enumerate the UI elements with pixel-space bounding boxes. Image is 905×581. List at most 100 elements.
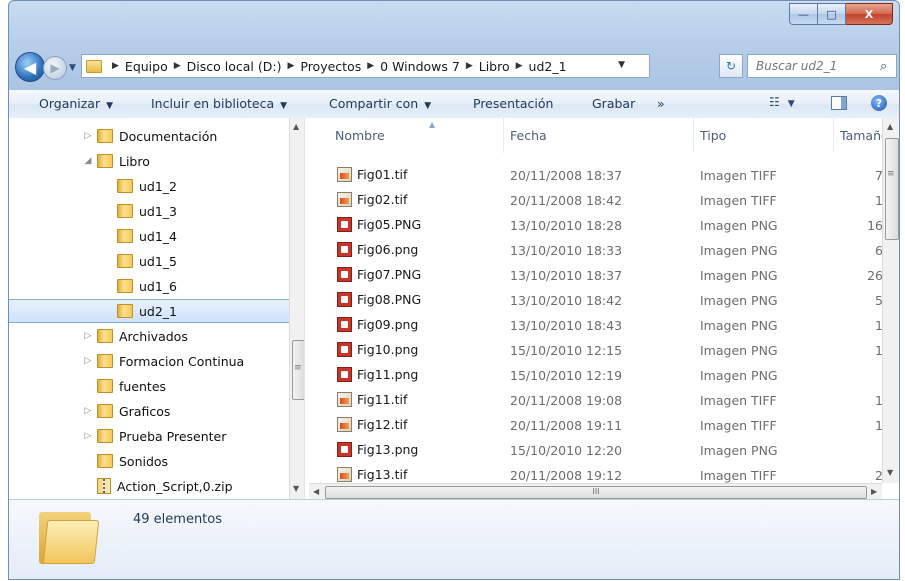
minimize-button[interactable]: — [789, 3, 818, 25]
column-header-type[interactable]: Tipo [694, 118, 834, 153]
more-commands-button[interactable]: » [657, 96, 665, 111]
file-row[interactable]: Fig11.png 15/10/2010 12:19 Imagen PNG [309, 362, 889, 387]
file-name: Fig10.png [337, 342, 418, 357]
tree-item[interactable]: ▷ Archivados [9, 324, 289, 348]
file-row[interactable]: Fig09.png 13/10/2010 18:43 Imagen PNG 1 [309, 312, 889, 337]
address-bar[interactable]: ▶ Equipo ▶ Disco local (D:) ▶ Proyectos ▶ 0 Win… [81, 54, 650, 78]
expand-arrow-icon[interactable]: ▷ [83, 431, 93, 441]
file-row[interactable]: Fig11.tif 20/11/2008 19:08 Imagen TIFF 1 [309, 387, 889, 412]
breadcrumb-chevron-icon[interactable]: ▶ [516, 61, 523, 71]
expand-arrow-icon[interactable]: ▷ [83, 331, 93, 341]
tree-item[interactable]: ud1_6 [9, 274, 289, 298]
file-row[interactable]: Fig01.tif 20/11/2008 18:37 Imagen TIFF 7 [309, 162, 889, 187]
file-list-scroll-thumb[interactable]: ≡ [885, 138, 899, 240]
tree-item[interactable]: ud2_1 [9, 299, 291, 323]
refresh-button[interactable]: ↻ [719, 54, 743, 78]
tree-item[interactable]: ud1_5 [9, 249, 289, 273]
maximize-button[interactable]: □ [818, 3, 846, 25]
tree-item[interactable]: ▷ Documentación [9, 124, 289, 148]
expand-arrow-icon[interactable]: ▷ [83, 131, 93, 141]
chevron-down-icon: ▼ [787, 99, 795, 109]
file-size: 26 [867, 268, 883, 283]
search-icon[interactable]: ⌕ [880, 59, 887, 74]
file-row[interactable]: Fig07.PNG 13/10/2010 18:37 Imagen PNG 26 [309, 262, 889, 287]
back-button[interactable]: ◀ [15, 52, 45, 82]
tiff-image-icon [337, 467, 352, 482]
folder-icon [117, 279, 133, 293]
tree-item[interactable]: ▷ Graficos [9, 399, 289, 423]
share-with-menu[interactable]: Compartir con ▼ [329, 96, 431, 111]
tiff-image-icon [337, 192, 352, 207]
breadcrumb-item[interactable]: ▶ ud2_1 [510, 59, 567, 74]
file-row[interactable]: Fig05.PNG 13/10/2010 18:28 Imagen PNG 16 [309, 212, 889, 237]
column-header-name[interactable]: Nombre ▲ [329, 118, 504, 153]
breadcrumb-item[interactable]: ▶ Disco local (D:) [168, 59, 282, 74]
file-row[interactable]: Fig13.png 15/10/2010 12:20 Imagen PNG [309, 437, 889, 462]
tree-item[interactable]: fuentes [9, 374, 289, 398]
scroll-up-icon[interactable]: ▲ [887, 122, 893, 131]
file-list-vertical-scrollbar[interactable]: ▲ ≡ ▼ [882, 118, 899, 483]
navigation-scroll-thumb[interactable]: ≡ [292, 340, 304, 400]
help-button[interactable]: ? [871, 95, 887, 111]
expand-arrow-icon[interactable]: ▷ [83, 356, 93, 366]
scroll-down-icon[interactable]: ▼ [293, 484, 299, 493]
expand-arrow-icon[interactable]: ◢ [83, 156, 93, 166]
scroll-right-icon[interactable]: ▶ [871, 487, 877, 496]
breadcrumb-item[interactable]: ▶ 0 Windows 7 [361, 59, 460, 74]
address-dropdown[interactable]: ▼ [618, 60, 625, 70]
preview-pane-button[interactable] [831, 96, 847, 110]
file-type: Imagen TIFF [700, 168, 777, 183]
folder-icon [97, 129, 113, 143]
breadcrumb-chevron-icon[interactable]: ▶ [112, 61, 119, 71]
chevron-down-icon: ▼ [424, 101, 432, 111]
column-header-date[interactable]: Fecha [504, 118, 694, 153]
breadcrumb-item[interactable]: ▶ Libro [460, 59, 510, 74]
folder-icon [97, 379, 113, 393]
tree-item[interactable]: ud1_2 [9, 174, 289, 198]
tree-item[interactable]: ▷ Formacion Continua [9, 349, 289, 373]
burn-button[interactable]: Grabar [592, 96, 635, 111]
tree-item[interactable]: ud1_3 [9, 199, 289, 223]
column-name-label: Nombre [335, 128, 385, 143]
organize-menu[interactable]: Organizar ▼ [39, 96, 113, 111]
tree-item[interactable]: ud1_4 [9, 224, 289, 248]
breadcrumb-chevron-icon[interactable]: ▶ [174, 61, 181, 71]
item-count: 49 elementos [133, 512, 223, 527]
file-type: Imagen PNG [700, 293, 778, 308]
file-date: 13/10/2010 18:37 [510, 268, 623, 283]
close-button[interactable]: X [846, 3, 893, 25]
scroll-left-icon[interactable]: ◀ [313, 487, 319, 496]
folder-icon [117, 179, 133, 193]
search-input[interactable] [754, 58, 876, 74]
file-row[interactable]: Fig10.png 15/10/2010 12:15 Imagen PNG 1 [309, 337, 889, 362]
file-date: 15/10/2010 12:20 [510, 443, 623, 458]
breadcrumb-label: Disco local (D:) [186, 58, 282, 74]
tree-item[interactable]: ▷ Prueba Presenter [9, 424, 289, 448]
file-row[interactable]: Fig06.png 13/10/2010 18:33 Imagen PNG 6 [309, 237, 889, 262]
breadcrumb: ▶ Equipo ▶ Disco local (D:) ▶ Proyectos ▶ 0 Win… [106, 59, 567, 74]
breadcrumb-chevron-icon[interactable]: ▶ [287, 61, 294, 71]
forward-button[interactable]: ▶ [43, 56, 67, 80]
include-in-library-menu[interactable]: Incluir en biblioteca ▼ [151, 96, 287, 111]
tree-item[interactable]: Action_Script,0.zip [9, 474, 289, 498]
navigation-scrollbar[interactable]: ▲ ≡ ▼ [289, 118, 304, 499]
breadcrumb-item[interactable]: ▶ Proyectos [281, 59, 361, 74]
breadcrumb-chevron-icon[interactable]: ▶ [466, 61, 473, 71]
scroll-down-icon[interactable]: ▼ [887, 468, 893, 477]
tree-item[interactable]: Sonidos [9, 449, 289, 473]
file-row[interactable]: Fig08.PNG 13/10/2010 18:42 Imagen PNG 5 [309, 287, 889, 312]
tree-item[interactable]: ◢ Libro [9, 149, 289, 173]
folder-icon [97, 354, 113, 368]
horizontal-scroll-thumb[interactable]: III [325, 486, 867, 499]
expand-arrow-icon[interactable]: ▷ [83, 406, 93, 416]
breadcrumb-chevron-icon[interactable]: ▶ [367, 61, 374, 71]
presentation-button[interactable]: Presentación [473, 96, 553, 111]
tree-item-label: ud2_1 [139, 303, 178, 319]
recent-pages-dropdown[interactable]: ▼ [69, 63, 76, 73]
file-row[interactable]: Fig12.tif 20/11/2008 19:11 Imagen TIFF 1 [309, 412, 889, 437]
breadcrumb-item[interactable]: ▶ Equipo [106, 59, 168, 74]
file-row[interactable]: Fig02.tif 20/11/2008 18:42 Imagen TIFF 1 [309, 187, 889, 212]
change-view-button[interactable]: ☷ ▼ [769, 95, 795, 109]
scroll-up-icon[interactable]: ▲ [293, 122, 299, 131]
file-list-horizontal-scrollbar[interactable]: ◀ III ▶ [309, 483, 882, 500]
